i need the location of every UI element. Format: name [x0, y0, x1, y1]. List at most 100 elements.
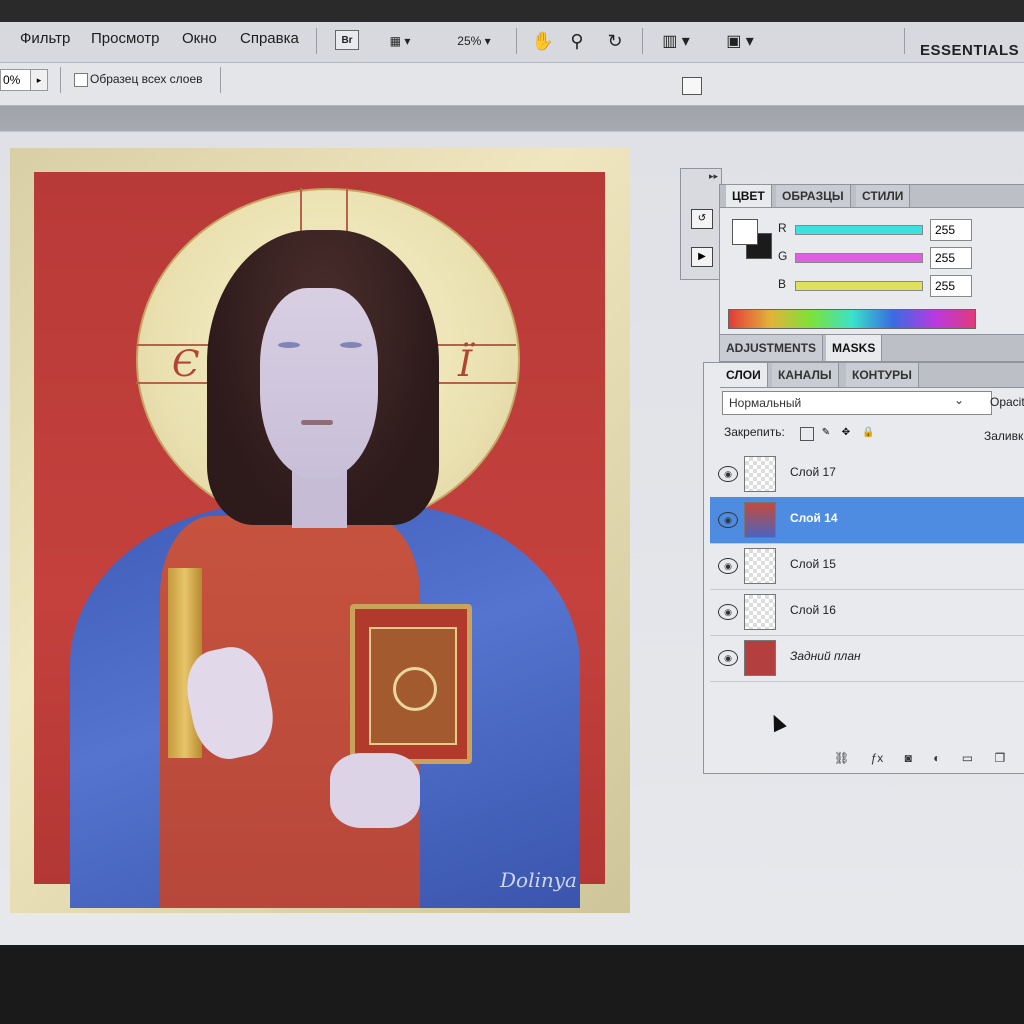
foreground-color-swatch[interactable] [732, 219, 758, 245]
channel-b-value[interactable]: 255 [930, 275, 972, 297]
workspace-switcher[interactable]: ESSENTIALS [920, 42, 1019, 59]
eye-icon[interactable]: ◉ [718, 650, 738, 666]
channel-g-slider[interactable] [795, 253, 923, 263]
chevron-down-icon[interactable]: ⌄ [954, 393, 964, 407]
channel-g-value[interactable]: 255 [930, 247, 972, 269]
layer-thumbnail [744, 594, 776, 630]
adjustments-panel: ADJUSTMENTS MASKS [719, 334, 1024, 364]
channel-r-label: R [778, 221, 787, 235]
tab-styles[interactable]: СТИЛИ [856, 185, 911, 207]
bridge-button[interactable]: Br [335, 30, 359, 50]
lock-pixels-icon[interactable]: ✎ [820, 427, 832, 439]
layers-panel-tabs: СЛОИ КАНАЛЫ КОНТУРЫ [720, 363, 1024, 388]
artwork-gospel-book [350, 604, 472, 764]
panel-dock-strip: ▸▸ ↺ ▶ [680, 168, 722, 280]
history-icon[interactable]: ↺ [691, 209, 713, 229]
color-panel: ЦВЕТ ОБРАЗЦЫ СТИЛИ R 255 G 255 B 255 [719, 184, 1024, 336]
view-extras-button[interactable]: ▦ ▾ [380, 30, 420, 52]
screen: Фильтр Просмотр Окно Справка Br ▦ ▾ 25% … [0, 0, 1024, 945]
channel-r-value[interactable]: 255 [930, 219, 972, 241]
book-cover [369, 627, 457, 745]
blend-mode-select[interactable]: Нормальный [722, 391, 992, 415]
menu-view[interactable]: Просмотр [91, 30, 160, 47]
tab-masks[interactable]: MASKS [826, 335, 883, 361]
artwork-holding-hand [330, 753, 420, 828]
layer-name: Слой 15 [790, 557, 836, 571]
sample-all-layers-checkbox[interactable] [74, 73, 88, 87]
layer-row[interactable]: ◉ Слой 16 [710, 589, 1024, 636]
menu-help[interactable]: Справка [240, 30, 299, 47]
menu-bar: Фильтр Просмотр Окно Справка Br ▦ ▾ 25% … [0, 22, 1024, 63]
fill-label: Заливк [984, 429, 1024, 443]
channel-r-slider[interactable] [795, 225, 923, 235]
layer-row[interactable]: ◉ Слой 15 [710, 543, 1024, 590]
separator [316, 28, 317, 54]
separator [516, 28, 517, 54]
tab-paths[interactable]: КОНТУРЫ [846, 363, 919, 387]
opacity-label: Opacit [990, 395, 1024, 409]
layer-thumbnail [744, 502, 776, 538]
halo-letter-left: Є [172, 344, 200, 385]
arrange-documents-icon[interactable]: ▥ ▾ [658, 30, 694, 52]
eye-icon[interactable]: ◉ [718, 558, 738, 574]
layer-name: Слой 16 [790, 603, 836, 617]
lock-position-icon[interactable]: ✥ [840, 427, 852, 439]
zoom-tool-icon[interactable]: ⚲ [566, 30, 588, 52]
menu-filter[interactable]: Фильтр [20, 30, 70, 47]
layers-footer: ⛓ ƒx ◙ ◐ ▭ ❐ [834, 751, 1023, 765]
percent-arrow-icon[interactable]: ▸ [30, 69, 48, 91]
layer-thumbnail [744, 640, 776, 676]
sample-all-layers-label: Образец всех слоев [90, 72, 203, 86]
tab-swatches[interactable]: ОБРАЗЦЫ [776, 185, 851, 207]
new-layer-icon[interactable]: ❐ [994, 751, 1005, 765]
menu-window[interactable]: Окно [182, 30, 217, 47]
color-spectrum[interactable] [728, 309, 976, 329]
panel-options-icon[interactable] [682, 77, 702, 95]
book-medallion [393, 667, 437, 711]
zoom-level-dropdown[interactable]: 25% ▾ [448, 30, 500, 52]
zoom-level: 25% [457, 34, 482, 48]
layer-thumbnail [744, 548, 776, 584]
layer-thumbnail [744, 456, 776, 492]
tab-channels[interactable]: КАНАЛЫ [772, 363, 839, 387]
folder-icon[interactable]: ▭ [962, 751, 973, 765]
tab-color[interactable]: ЦВЕТ [726, 185, 772, 207]
lock-label: Закрепить: [724, 425, 785, 439]
fx-icon[interactable]: ƒx [871, 751, 884, 765]
link-icon[interactable]: ⛓ [834, 751, 849, 765]
lock-transparency-icon[interactable] [800, 427, 814, 441]
layer-name: Задний план [790, 649, 861, 663]
layer-name: Слой 14 [790, 511, 838, 525]
mask-icon[interactable]: ◙ [905, 751, 912, 765]
artwork-mouth [301, 420, 333, 425]
options-bar: 0% ▸ Образец всех слоев [0, 63, 1024, 106]
adjustment-icon[interactable]: ◐ [933, 751, 940, 765]
actions-play-icon[interactable]: ▶ [691, 247, 713, 267]
layers-panel: СЛОИ КАНАЛЫ КОНТУРЫ Нормальный ⌄ Opacit … [703, 362, 1024, 774]
channel-b-slider[interactable] [795, 281, 923, 291]
document-canvas[interactable]: Є Ї Dolinya [10, 148, 630, 913]
separator [642, 28, 643, 54]
layer-row[interactable]: ◉ Задний план [710, 635, 1024, 682]
halo-letter-right: Ї [458, 344, 473, 385]
rotate-view-icon[interactable]: ↻ [604, 30, 626, 52]
tab-layers[interactable]: СЛОИ [720, 363, 768, 387]
percent-field[interactable]: 0% [0, 69, 32, 91]
tab-adjustments[interactable]: ADJUSTMENTS [720, 335, 824, 361]
artist-signature: Dolinya [500, 868, 577, 892]
layer-row[interactable]: ◉ Слой 17 [710, 451, 1024, 498]
layer-name: Слой 17 [790, 465, 836, 479]
separator [220, 67, 221, 93]
channel-g-label: G [778, 249, 788, 263]
eye-icon[interactable]: ◉ [718, 604, 738, 620]
hand-tool-icon[interactable]: ✋ [532, 30, 554, 52]
separator [904, 28, 905, 54]
layer-row[interactable]: ◉ Слой 14 [710, 497, 1024, 544]
collapse-icon[interactable]: ▸▸ [709, 171, 718, 182]
eye-icon[interactable]: ◉ [718, 512, 738, 528]
screen-mode-icon[interactable]: ▣ ▾ [718, 30, 762, 52]
eye-icon[interactable]: ◉ [718, 466, 738, 482]
monitor-bezel [0, 0, 1024, 22]
lock-all-icon[interactable]: 🔒 [862, 427, 874, 439]
artwork-eye [278, 342, 300, 348]
